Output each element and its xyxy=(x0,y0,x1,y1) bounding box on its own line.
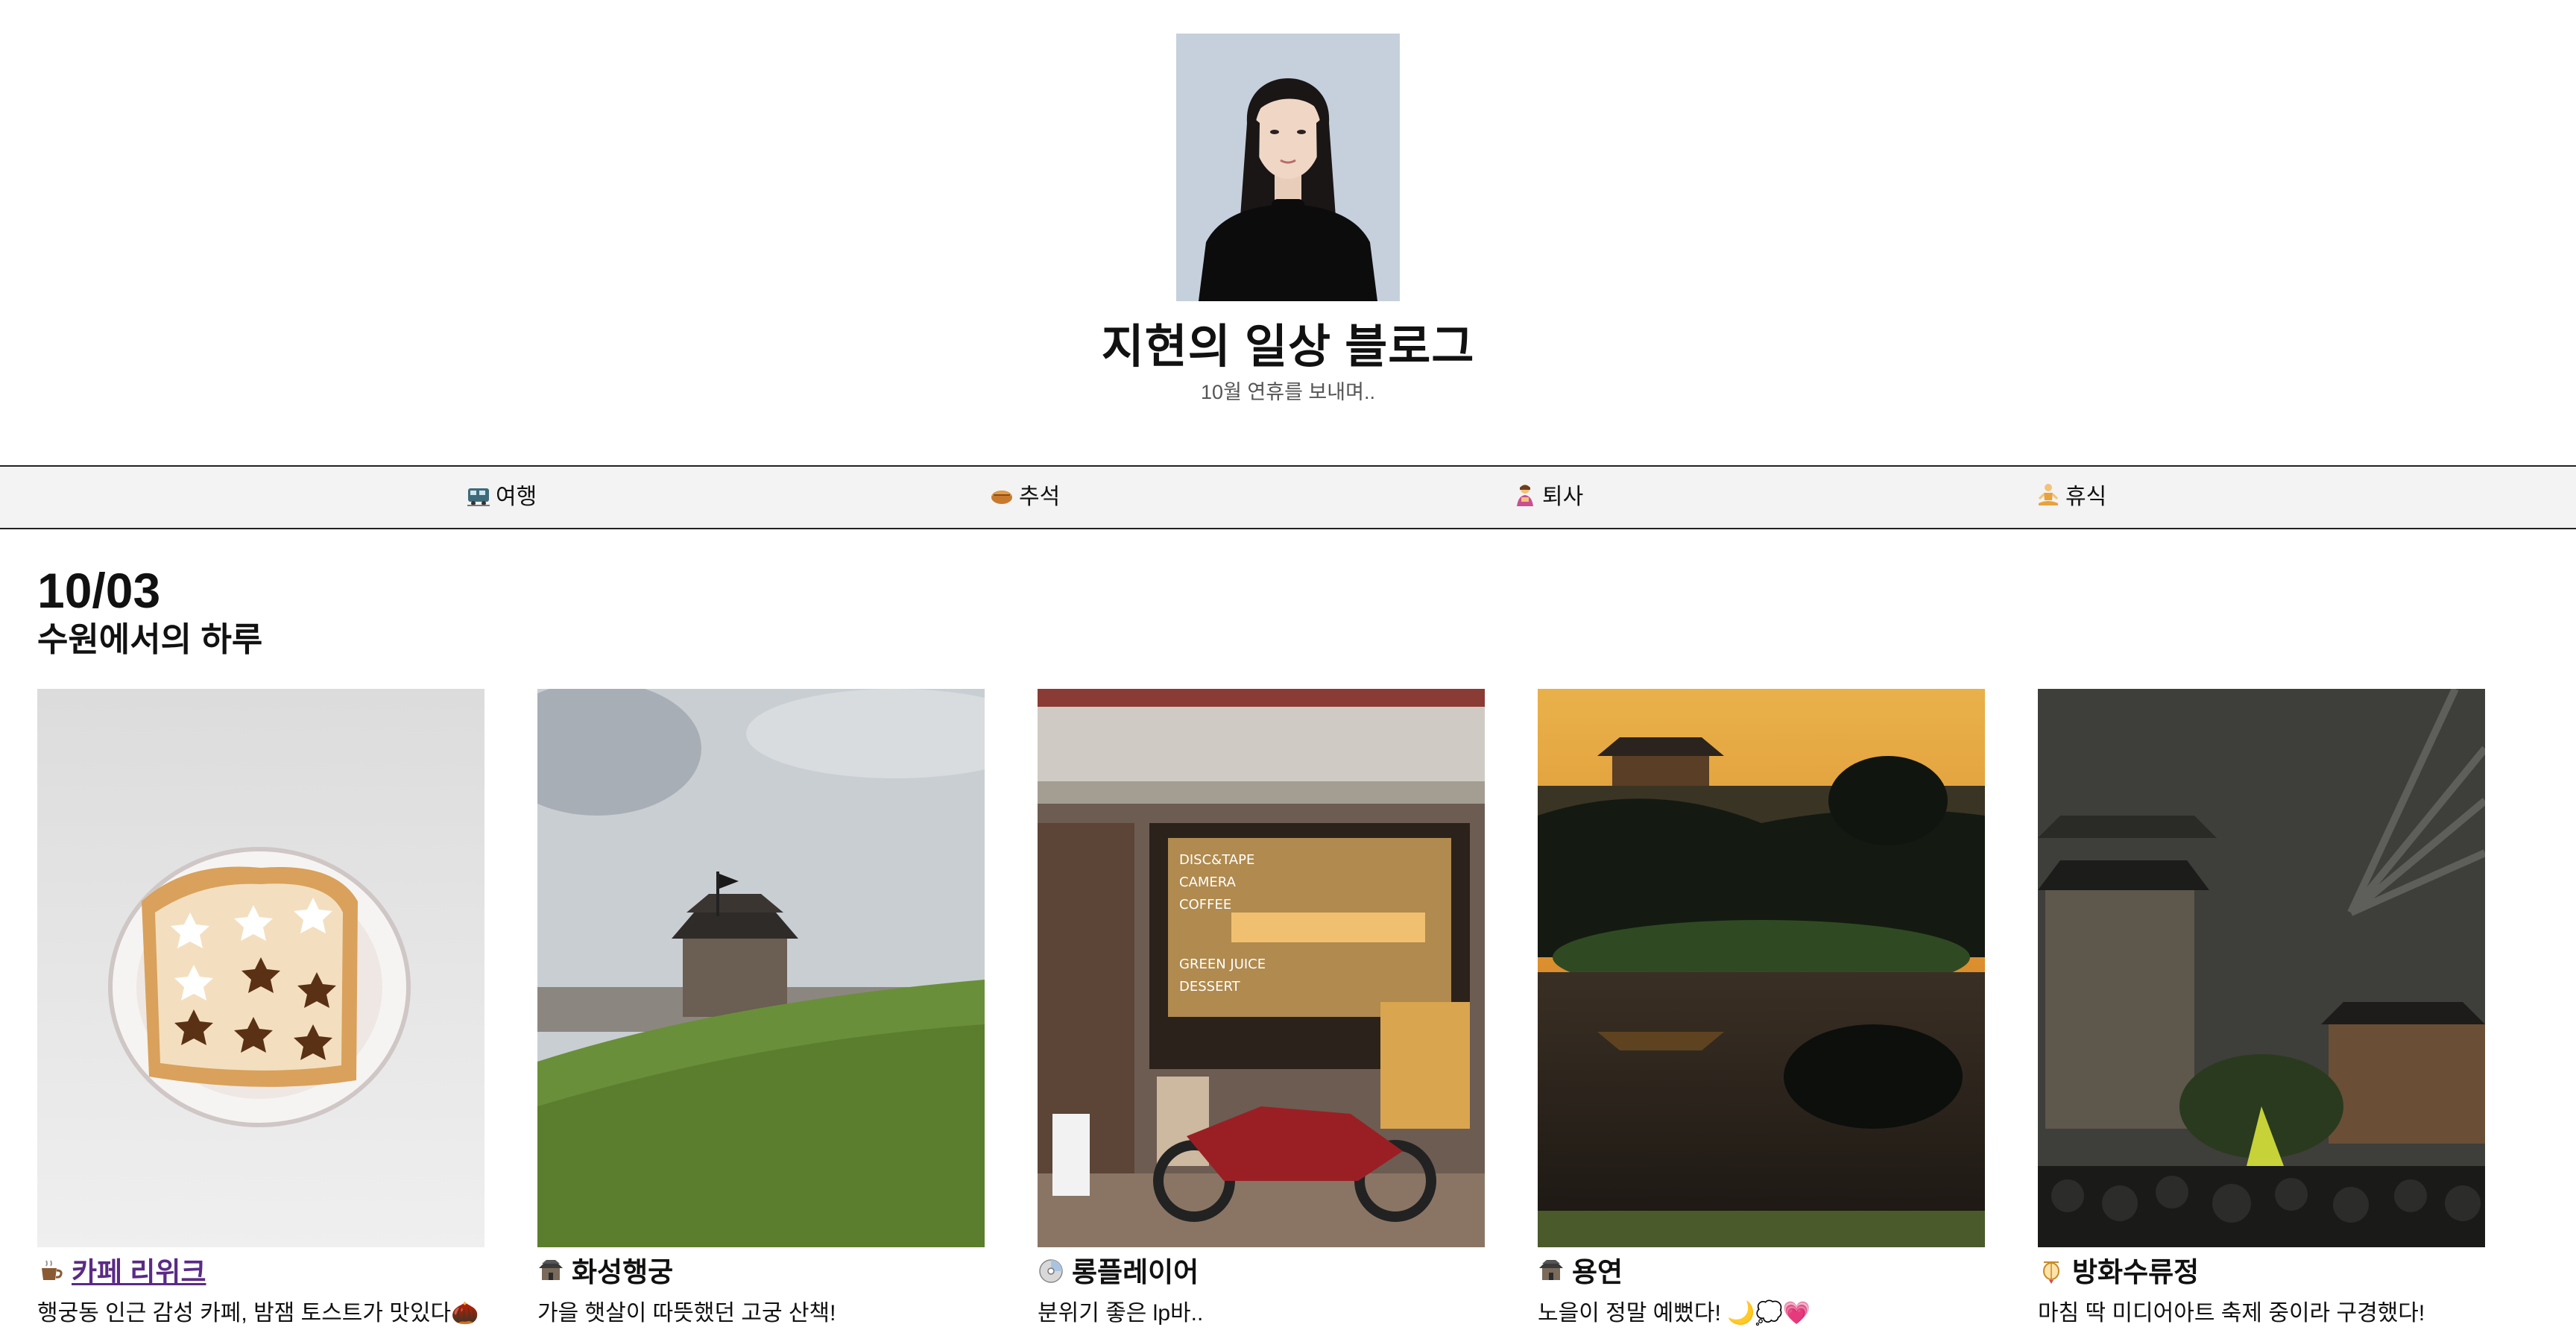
svg-text:DESSERT: DESSERT xyxy=(1179,979,1241,995)
person-meditating-icon xyxy=(2036,470,2061,505)
card-title: 방화수류정 xyxy=(2038,1253,2199,1292)
nav-item-rest[interactable]: 휴식 xyxy=(2036,467,2106,528)
nav-item-chuseok[interactable]: 추석 xyxy=(989,467,1060,528)
lpbar-storefront-photo: DISC&TAPE CAMERA COFFEE GREEN JUICE DESS… xyxy=(1038,689,1485,1247)
palace-icon xyxy=(1538,1256,1565,1283)
lantern-icon xyxy=(2038,1256,2065,1284)
train-icon xyxy=(466,470,491,506)
blog-subtitle: 10월 연휴를 보내며.. xyxy=(1201,381,1375,403)
card-title: 화성행궁 xyxy=(537,1253,673,1292)
nav-item-label: 여행 xyxy=(496,485,537,509)
nav-item-label: 휴식 xyxy=(2065,485,2107,509)
svg-text:DISC&TAPE: DISC&TAPE xyxy=(1179,852,1254,868)
post-card-banghwasuryujeong: 방화수류정 마침 딱 미디어아트 축제 중이라 구경했다! xyxy=(2038,689,2485,1326)
media-art-festival-photo xyxy=(2038,689,2485,1247)
svg-text:GREEN JUICE: GREEN JUICE xyxy=(1179,957,1266,972)
coffee-icon xyxy=(37,1256,64,1283)
profile-photo xyxy=(1176,34,1400,301)
svg-text:CAMERA: CAMERA xyxy=(1179,875,1237,890)
post-date: 10/03 xyxy=(37,563,161,618)
post-card-lpbar: DISC&TAPE CAMERA COFFEE GREEN JUICE DESS… xyxy=(1038,689,1485,1326)
cafe-link[interactable]: 카페 리위크 xyxy=(72,1257,206,1288)
card-description: 분위기 좋은 lp바.. xyxy=(1038,1301,1204,1326)
card-title: 용연 xyxy=(1538,1253,1623,1292)
nav-item-travel[interactable]: 여행 xyxy=(466,467,537,528)
nav-item-label: 추석 xyxy=(1019,485,1061,509)
card-title: 카페 리위크 xyxy=(37,1253,206,1292)
card-description: 마침 딱 미디어아트 축제 중이라 구경했다! xyxy=(2038,1301,2425,1326)
palace-icon xyxy=(537,1256,564,1283)
card-description: 행궁동 인근 감성 카페, 밤잼 토스트가 맛있다🌰 xyxy=(37,1301,479,1326)
card-title: 롱플레이어 xyxy=(1038,1253,1199,1292)
cafe-toast-photo xyxy=(37,689,484,1247)
post-card-palace: 화성행궁 가을 햇살이 따뜻했던 고궁 산책! xyxy=(537,689,985,1326)
post-card-yongyeon: 용연 노을이 정말 예뻤다! 🌙💭💗 xyxy=(1538,689,1985,1326)
card-description: 가을 햇살이 따뜻했던 고궁 산책! xyxy=(537,1301,836,1326)
yongyeon-sunset-photo xyxy=(1538,689,1985,1247)
post-title: 수원에서의 하루 xyxy=(37,620,263,658)
disc-icon xyxy=(1038,1256,1064,1283)
palace-photo xyxy=(537,689,985,1247)
blog-title: 지현의 일상 블로그 xyxy=(1101,321,1475,373)
post-card-cafe: 카페 리위크 행궁동 인근 감성 카페, 밤잼 토스트가 맛있다🌰 xyxy=(37,689,484,1326)
person-bowing-icon xyxy=(1512,470,1538,506)
nav-item-label: 퇴사 xyxy=(1542,485,1584,509)
nav-item-resign[interactable]: 퇴사 xyxy=(1512,467,1583,528)
svg-text:COFFEE: COFFEE xyxy=(1179,897,1231,913)
card-description: 노을이 정말 예뻤다! 🌙💭💗 xyxy=(1538,1301,1811,1326)
category-nav: 여행 추석 퇴사 휴식 xyxy=(0,465,2576,529)
pie-icon xyxy=(989,470,1014,504)
